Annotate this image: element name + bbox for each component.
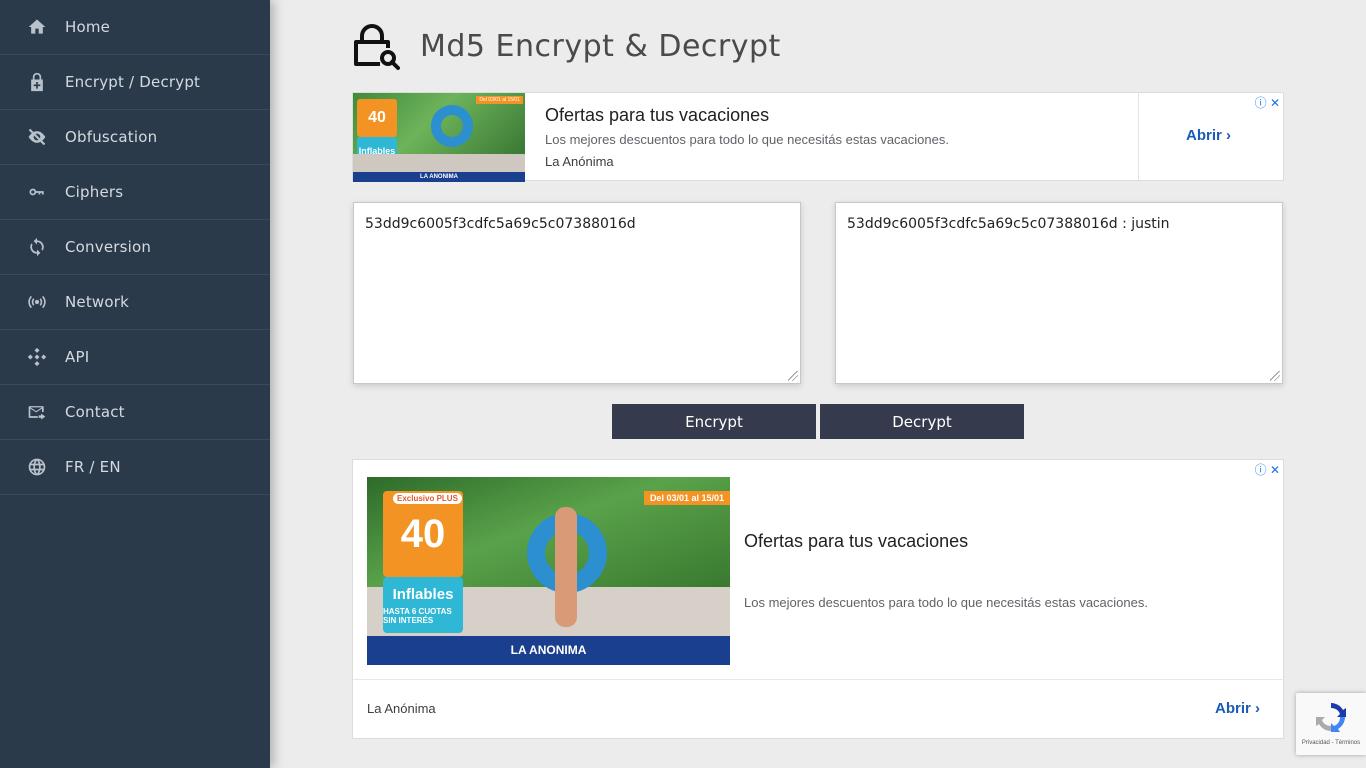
sidebar-item-network[interactable]: Network [0,275,270,330]
sidebar-item-obfuscation[interactable]: Obfuscation [0,110,270,165]
sidebar-item-label: Ciphers [65,183,124,201]
sidebar-item-label: FR / EN [65,458,121,476]
sidebar-item-label: Conversion [65,238,152,256]
sidebar-item-label: API [65,348,90,366]
lock-search-icon [354,24,400,70]
ad-image-exclusive: Exclusivo PLUS [393,493,462,504]
ad-image-tag: Inflables HASTA 6 CUOTAS SIN INTERÉS [383,577,463,633]
input-value: 53dd9c6005f3cdfc5a69c5c07388016d [365,216,636,232]
ad-brand: La Anónima [545,154,614,169]
sidebar-item-label: Network [65,293,130,311]
sidebar-item-label: Encrypt / Decrypt [65,73,201,91]
sidebar-item-home[interactable]: Home [0,0,270,55]
ad-title[interactable]: Ofertas para tus vacaciones [545,105,769,126]
ad-image-tag-sub: HASTA 6 CUOTAS SIN INTERÉS [383,606,452,625]
lock-plus-icon [26,71,48,93]
ad-image-date: Del 03/01 al 15/01 [643,491,730,505]
ad-image-floor [353,154,525,174]
ad-brand: La Anónima [367,701,436,716]
chevron-right-icon: › [1255,700,1261,717]
chevron-right-icon: › [1226,127,1232,144]
globe-icon [26,456,48,478]
sidebar-item-language[interactable]: FR / EN [0,440,270,495]
sidebar-item-label: Home [65,18,111,36]
input-textarea[interactable]: 53dd9c6005f3cdfc5a69c5c07388016d [353,202,801,384]
ad-choices-close-icon[interactable]: ⓘ ✕ [1255,461,1280,478]
page-header: Md5 Encrypt & Decrypt [350,20,781,72]
sidebar: Home Encrypt / Decrypt Obfuscation Ciphe… [0,0,270,768]
sidebar-item-label: Obfuscation [65,128,158,146]
ad-cta-label: Abrir [1186,127,1222,144]
ad-description: Los mejores descuentos para todo lo que … [545,132,949,147]
encrypt-button[interactable]: Encrypt [612,404,816,439]
ad-image-badge: 40 [357,99,397,137]
ad-banner-top[interactable]: 40 Inflables Del 03/01 al 15/01 LA ANONI… [352,92,1284,182]
ad-image-banner: LA ANONIMA [367,636,730,665]
recaptcha-badge[interactable]: Privacidad - Términos [1296,693,1366,755]
home-icon [26,16,48,38]
divider [353,679,1285,680]
eye-off-icon [26,126,48,148]
decrypt-button[interactable]: Decrypt [820,404,1024,439]
ad-image[interactable]: 40 Inflables Del 03/01 al 15/01 LA ANONI… [353,93,525,182]
resize-handle-icon[interactable] [788,371,798,381]
ad-image-tag-label: Inflables [392,585,454,603]
api-icon [26,346,48,368]
ad-title[interactable]: Ofertas para tus vacaciones [744,531,968,552]
output-textarea[interactable]: 53dd9c6005f3cdfc5a69c5c07388016d : justi… [835,202,1283,384]
ad-choices-close-icon[interactable]: ⓘ ✕ [1255,94,1280,111]
recaptcha-links[interactable]: Privacidad - Términos [1296,740,1366,746]
ad-open-link[interactable]: Abrir › [1215,700,1260,717]
ad-cta-label: Abrir [1215,700,1251,717]
ad-image-person [555,507,577,627]
resize-handle-icon[interactable] [1270,371,1280,381]
page-title: Md5 Encrypt & Decrypt [420,28,781,64]
sidebar-item-ciphers[interactable]: Ciphers [0,165,270,220]
sidebar-item-api[interactable]: API [0,330,270,385]
ad-banner-bottom[interactable]: 40 Exclusivo PLUS Inflables HASTA 6 CUOT… [352,459,1285,739]
refresh-icon [26,236,48,258]
ad-image-banner: LA ANONIMA [353,172,525,182]
ad-image-date: Del 03/01 al 15/01 [476,96,523,104]
recaptcha-icon [1316,703,1346,732]
key-icon [26,181,48,203]
float-ring [431,105,473,147]
ad-open-link[interactable]: Abrir › [1186,127,1231,144]
divider [1138,93,1139,182]
mail-icon [26,401,48,423]
output-value: 53dd9c6005f3cdfc5a69c5c07388016d : justi… [847,216,1170,232]
sidebar-item-conversion[interactable]: Conversion [0,220,270,275]
sidebar-item-contact[interactable]: Contact [0,385,270,440]
broadcast-icon [26,291,48,313]
sidebar-item-label: Contact [65,403,125,421]
sidebar-item-encrypt-decrypt[interactable]: Encrypt / Decrypt [0,55,270,110]
ad-description: Los mejores descuentos para todo lo que … [744,595,1148,610]
